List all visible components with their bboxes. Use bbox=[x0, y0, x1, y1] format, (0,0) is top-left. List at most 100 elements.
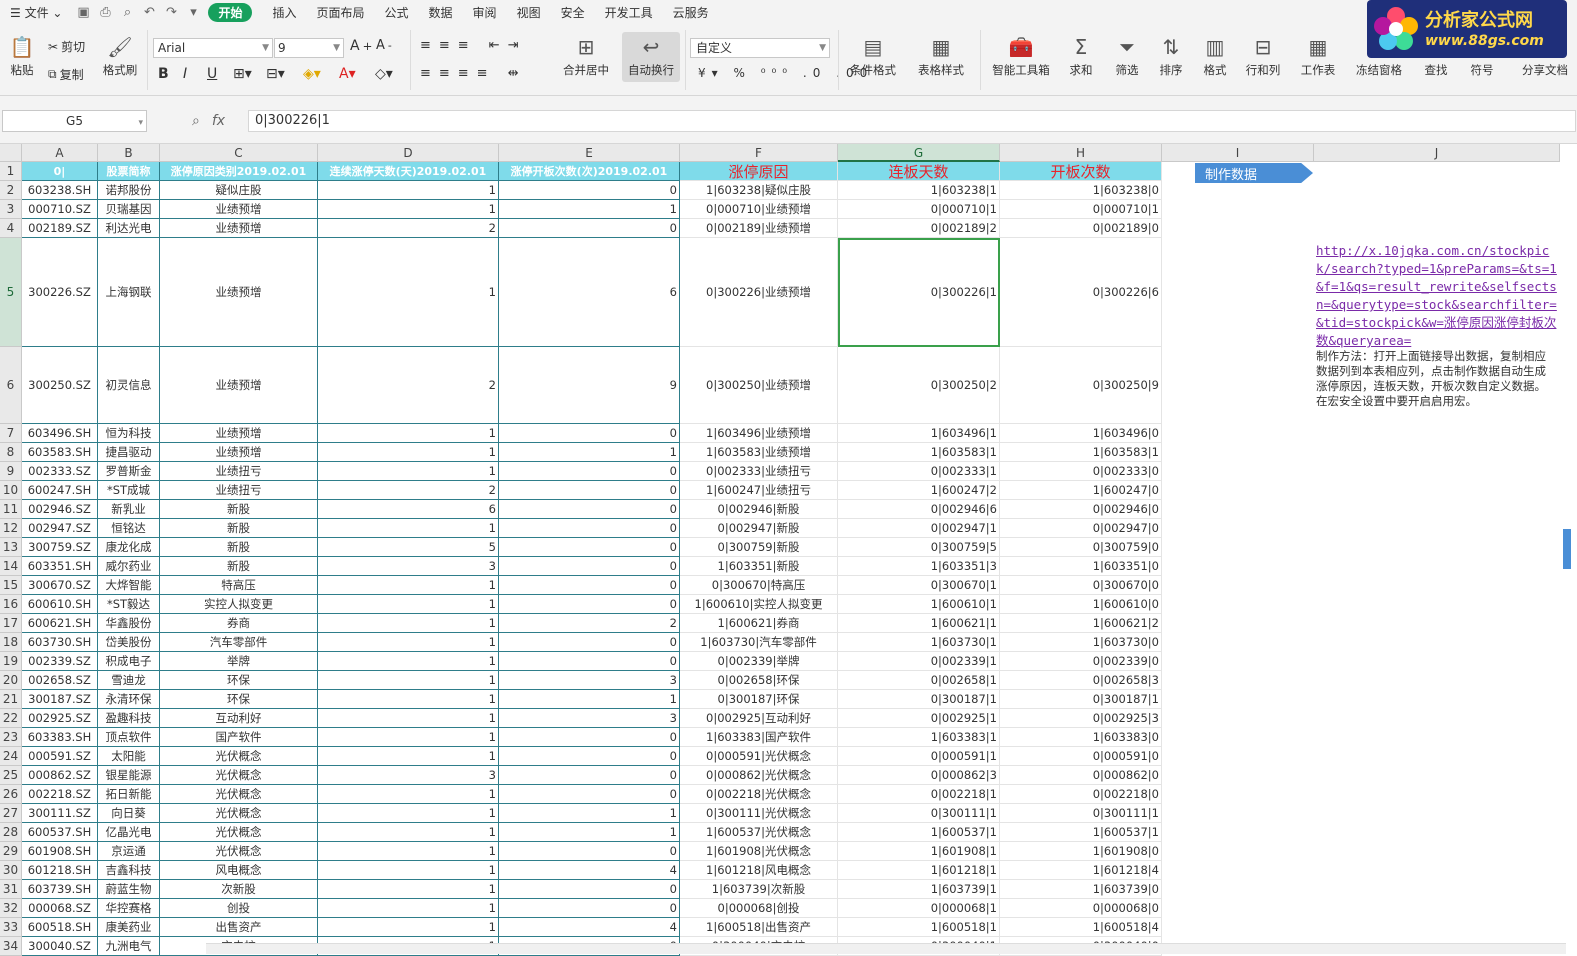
stock-name-cell[interactable]: 拓日新能 bbox=[98, 785, 160, 804]
customize-dropdown-icon[interactable]: ▾ bbox=[182, 5, 204, 20]
stock-code-cell[interactable]: 300759.SZ bbox=[22, 538, 98, 557]
stock-code-cell[interactable]: 603730.SH bbox=[22, 633, 98, 652]
open-count-cell[interactable]: 6 bbox=[499, 238, 680, 347]
days-output-cell[interactable]: 0|000710|1 bbox=[838, 200, 1000, 219]
format-button[interactable]: ▥ 格式 bbox=[1196, 32, 1234, 78]
stock-code-cell[interactable]: 300250.SZ bbox=[22, 347, 98, 424]
stock-code-cell[interactable]: 600537.SH bbox=[22, 823, 98, 842]
open-output-cell[interactable]: 1|600518|4 bbox=[1000, 918, 1162, 937]
font-name-select[interactable]: Arial ▼ bbox=[153, 38, 273, 58]
stock-name-cell[interactable]: *ST毅达 bbox=[98, 595, 160, 614]
column-header-f[interactable]: F bbox=[680, 144, 838, 162]
open-count-cell[interactable]: 1 bbox=[499, 443, 680, 462]
stock-code-cell[interactable]: 002658.SZ bbox=[22, 671, 98, 690]
conditional-format-button[interactable]: ▤ 条件格式 bbox=[843, 32, 903, 78]
reason-output-cell[interactable]: 0|002658|环保 bbox=[680, 671, 838, 690]
days-output-cell[interactable]: 1|603739|1 bbox=[838, 880, 1000, 899]
open-output-cell[interactable]: 0|002658|3 bbox=[1000, 671, 1162, 690]
reason-output-cell[interactable]: 1|600621|券商 bbox=[680, 614, 838, 633]
open-output-cell[interactable]: 1|603238|0 bbox=[1000, 181, 1162, 200]
column-header-j[interactable]: J bbox=[1314, 144, 1560, 162]
stock-name-cell[interactable]: 九洲电气 bbox=[98, 937, 160, 956]
reason-output-cell[interactable]: 1|601218|风电概念 bbox=[680, 861, 838, 880]
open-count-cell[interactable]: 1 bbox=[499, 200, 680, 219]
reason-category-cell[interactable]: 光伏概念 bbox=[160, 766, 318, 785]
limit-days-cell[interactable]: 1 bbox=[318, 238, 499, 347]
open-count-cell[interactable]: 0 bbox=[499, 880, 680, 899]
reason-category-cell[interactable]: 出售资产 bbox=[160, 918, 318, 937]
align-horizontal-group[interactable]: ≡≡≡≡ ⇹ bbox=[420, 66, 527, 81]
reason-output-cell[interactable]: 0|002189|业绩预增 bbox=[680, 219, 838, 238]
header-cell-c[interactable]: 涨停原因类别2019.02.01 bbox=[160, 162, 318, 181]
row-header[interactable]: 32 bbox=[0, 899, 22, 918]
reason-category-cell[interactable]: 业绩扭亏 bbox=[160, 481, 318, 500]
limit-days-cell[interactable]: 2 bbox=[318, 219, 499, 238]
tab-6[interactable]: 视图 bbox=[507, 4, 551, 21]
reason-output-cell[interactable]: 0|002947|新股 bbox=[680, 519, 838, 538]
row-header[interactable]: 12 bbox=[0, 519, 22, 538]
reason-category-cell[interactable]: 新股 bbox=[160, 500, 318, 519]
tab-8[interactable]: 开发工具 bbox=[595, 4, 663, 21]
row-header[interactable]: 13 bbox=[0, 538, 22, 557]
open-count-cell[interactable]: 3 bbox=[499, 709, 680, 728]
column-header-e[interactable]: E bbox=[499, 144, 680, 162]
limit-days-cell[interactable]: 1 bbox=[318, 747, 499, 766]
open-count-cell[interactable]: 0 bbox=[499, 181, 680, 200]
reason-output-cell[interactable]: 1|600537|光伏概念 bbox=[680, 823, 838, 842]
open-output-cell[interactable]: 0|002946|0 bbox=[1000, 500, 1162, 519]
open-output-cell[interactable]: 1|600247|0 bbox=[1000, 481, 1162, 500]
undo-icon[interactable]: ↶ bbox=[138, 5, 160, 20]
reason-category-cell[interactable]: 风电概念 bbox=[160, 861, 318, 880]
stock-name-cell[interactable]: *ST成城 bbox=[98, 481, 160, 500]
stock-name-cell[interactable]: 大烨智能 bbox=[98, 576, 160, 595]
limit-days-cell[interactable]: 1 bbox=[318, 823, 499, 842]
reason-category-cell[interactable]: 券商 bbox=[160, 614, 318, 633]
open-count-cell[interactable]: 2 bbox=[499, 614, 680, 633]
reason-output-cell[interactable]: 0|300670|特高压 bbox=[680, 576, 838, 595]
header-cell-g[interactable]: 连板天数 bbox=[838, 162, 1000, 181]
save-icon[interactable]: ▣ bbox=[72, 5, 94, 20]
open-output-cell[interactable]: 1|603383|0 bbox=[1000, 728, 1162, 747]
reason-output-cell[interactable]: 0|300250|业绩预增 bbox=[680, 347, 838, 424]
row-header[interactable]: 8 bbox=[0, 443, 22, 462]
limit-days-cell[interactable]: 5 bbox=[318, 538, 499, 557]
reason-output-cell[interactable]: 1|601908|光伏概念 bbox=[680, 842, 838, 861]
days-output-cell[interactable]: 0|300670|1 bbox=[838, 576, 1000, 595]
stock-name-cell[interactable]: 利达光电 bbox=[98, 219, 160, 238]
sum-button[interactable]: Σ 求和 bbox=[1062, 32, 1100, 78]
open-count-cell[interactable]: 0 bbox=[499, 519, 680, 538]
reason-output-cell[interactable]: 0|300226|业绩预增 bbox=[680, 238, 838, 347]
limit-days-cell[interactable]: 1 bbox=[318, 200, 499, 219]
days-output-cell[interactable]: 1|600621|1 bbox=[838, 614, 1000, 633]
row-header[interactable]: 2 bbox=[0, 181, 22, 200]
open-count-cell[interactable]: 0 bbox=[499, 481, 680, 500]
clear-button[interactable]: ◇▾ bbox=[375, 66, 393, 82]
reason-output-cell[interactable]: 1|603583|业绩预增 bbox=[680, 443, 838, 462]
row-header[interactable]: 21 bbox=[0, 690, 22, 709]
open-count-cell[interactable]: 3 bbox=[499, 671, 680, 690]
row-col-button[interactable]: ⊟ 行和列 bbox=[1240, 32, 1286, 78]
reason-category-cell[interactable]: 环保 bbox=[160, 671, 318, 690]
limit-days-cell[interactable]: 1 bbox=[318, 899, 499, 918]
row-header[interactable]: 22 bbox=[0, 709, 22, 728]
row-header[interactable]: 33 bbox=[0, 918, 22, 937]
open-count-cell[interactable]: 0 bbox=[499, 747, 680, 766]
tab-2[interactable]: 页面布局 bbox=[307, 4, 375, 21]
data-source-link[interactable]: http://x.10jqka.com.cn/stockpick/search?… bbox=[1316, 242, 1558, 350]
open-output-cell[interactable]: 0|002218|0 bbox=[1000, 785, 1162, 804]
reason-category-cell[interactable]: 光伏概念 bbox=[160, 804, 318, 823]
open-output-cell[interactable]: 0|300111|1 bbox=[1000, 804, 1162, 823]
stock-code-cell[interactable]: 000862.SZ bbox=[22, 766, 98, 785]
bold-button[interactable]: B bbox=[158, 66, 169, 82]
column-header-c[interactable]: C bbox=[160, 144, 318, 162]
smart-toolbox-button[interactable]: 🧰 智能工具箱 bbox=[988, 32, 1054, 78]
open-count-cell[interactable]: 1 bbox=[499, 690, 680, 709]
days-output-cell[interactable]: 1|600610|1 bbox=[838, 595, 1000, 614]
limit-days-cell[interactable]: 3 bbox=[318, 766, 499, 785]
reason-output-cell[interactable]: 0|002946|新股 bbox=[680, 500, 838, 519]
reason-output-cell[interactable]: 0|300187|环保 bbox=[680, 690, 838, 709]
open-count-cell[interactable]: 0 bbox=[499, 576, 680, 595]
days-output-cell[interactable]: 1|600537|1 bbox=[838, 823, 1000, 842]
open-count-cell[interactable]: 1 bbox=[499, 823, 680, 842]
stock-code-cell[interactable]: 002946.SZ bbox=[22, 500, 98, 519]
